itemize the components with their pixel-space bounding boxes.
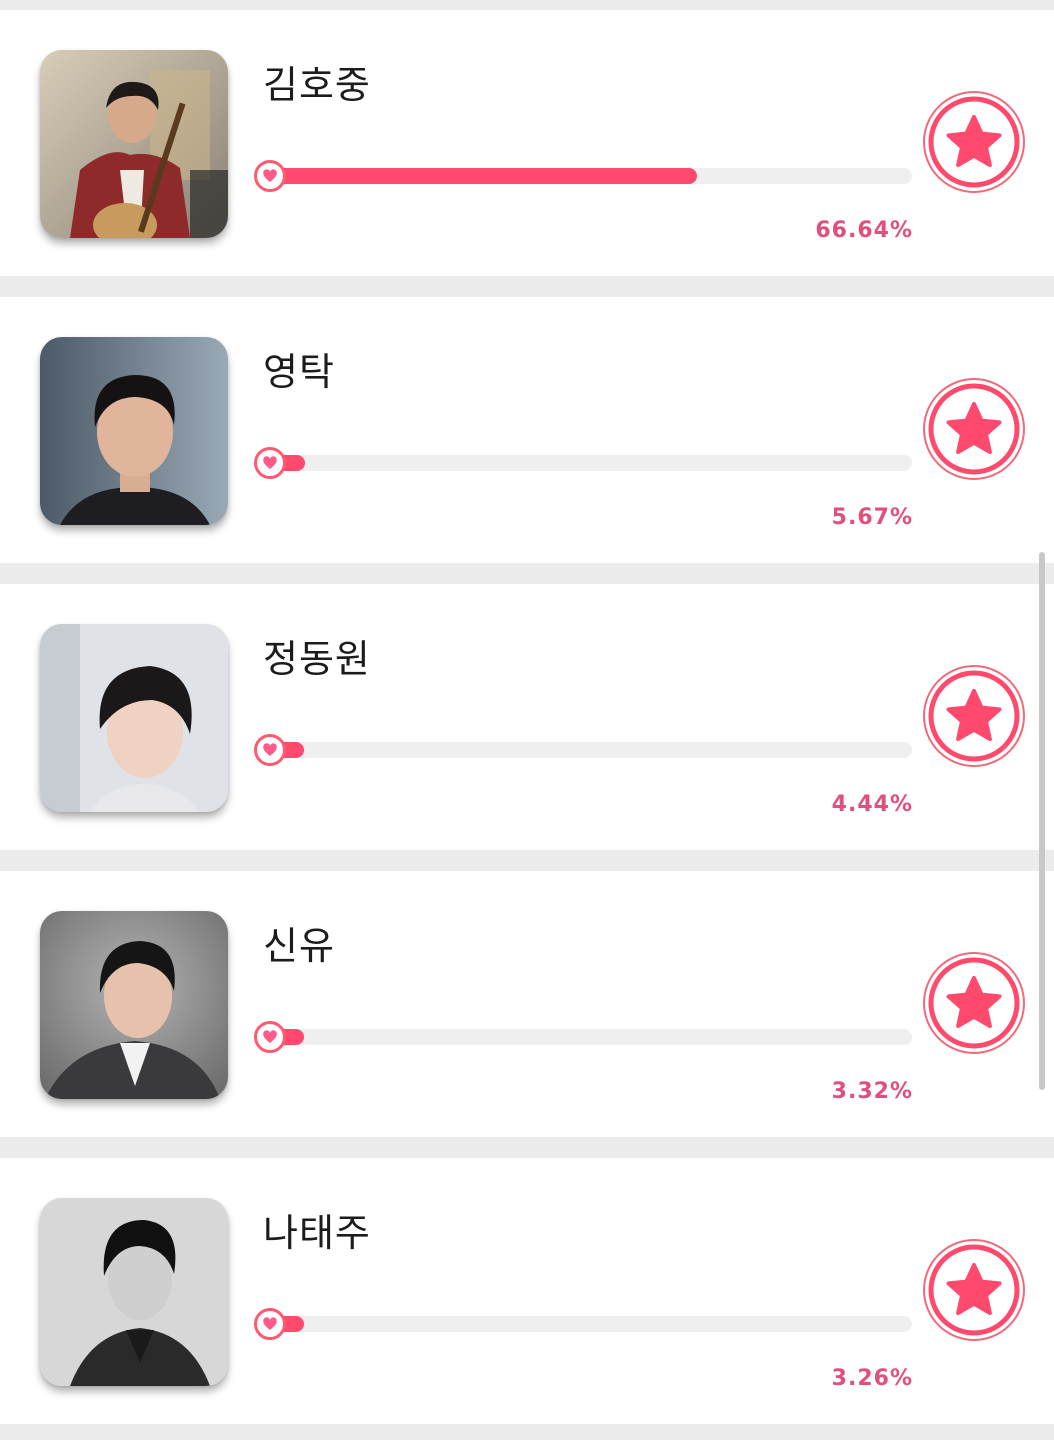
vote-star-button[interactable]	[922, 90, 1026, 194]
vote-star-button[interactable]	[922, 1238, 1026, 1342]
avatar-photo-3	[40, 624, 228, 812]
vote-percentage: 4.44%	[831, 792, 913, 817]
vote-star-button[interactable]	[922, 951, 1026, 1055]
candidate-card: 영탁 5.67%	[0, 297, 1054, 563]
candidate-list: 김호중 66.64% 영탁 5.67% 정동원 4.44% 신유 3.32% 나…	[0, 0, 1054, 1440]
avatar	[40, 50, 228, 238]
avatar-photo-1	[40, 50, 228, 238]
avatar-photo-2	[40, 337, 228, 525]
heart-icon	[254, 1308, 286, 1340]
avatar	[40, 337, 228, 525]
heart-icon	[254, 734, 286, 766]
avatar	[40, 624, 228, 812]
candidate-card: 신유 3.32%	[0, 871, 1054, 1137]
candidate-card: 김호중 66.64%	[0, 10, 1054, 276]
heart-icon	[254, 1021, 286, 1053]
avatar	[40, 911, 228, 1099]
star-icon	[923, 378, 1025, 480]
vote-star-button[interactable]	[922, 377, 1026, 481]
vote-percentage: 3.32%	[831, 1079, 913, 1104]
vertical-scrollbar[interactable]	[1039, 552, 1045, 1090]
star-icon	[923, 665, 1025, 767]
candidate-name: 정동원	[263, 637, 371, 681]
candidate-name: 신유	[263, 924, 335, 968]
vote-progress-track	[268, 742, 912, 758]
heart-icon	[254, 447, 286, 479]
candidate-name: 나태주	[263, 1211, 371, 1255]
candidate-name: 영탁	[263, 350, 335, 394]
star-icon	[923, 1239, 1025, 1341]
vote-progress-track	[268, 1316, 912, 1332]
candidate-card: 정동원 4.44%	[0, 584, 1054, 850]
vote-percentage: 5.67%	[831, 505, 913, 530]
vote-progress-fill	[268, 168, 698, 184]
vote-progress-track	[268, 1029, 912, 1045]
avatar-photo-4	[40, 911, 228, 1099]
vote-progress-track	[268, 168, 912, 184]
avatar-photo-5	[40, 1198, 228, 1386]
vote-percentage: 66.64%	[815, 218, 913, 243]
star-icon	[923, 952, 1025, 1054]
candidate-name: 김호중	[263, 63, 371, 107]
heart-icon	[254, 160, 286, 192]
vote-percentage: 3.26%	[831, 1366, 913, 1391]
star-icon	[923, 91, 1025, 193]
vote-progress-track	[268, 455, 912, 471]
vote-star-button[interactable]	[922, 664, 1026, 768]
candidate-card: 나태주 3.26%	[0, 1158, 1054, 1424]
avatar	[40, 1198, 228, 1386]
